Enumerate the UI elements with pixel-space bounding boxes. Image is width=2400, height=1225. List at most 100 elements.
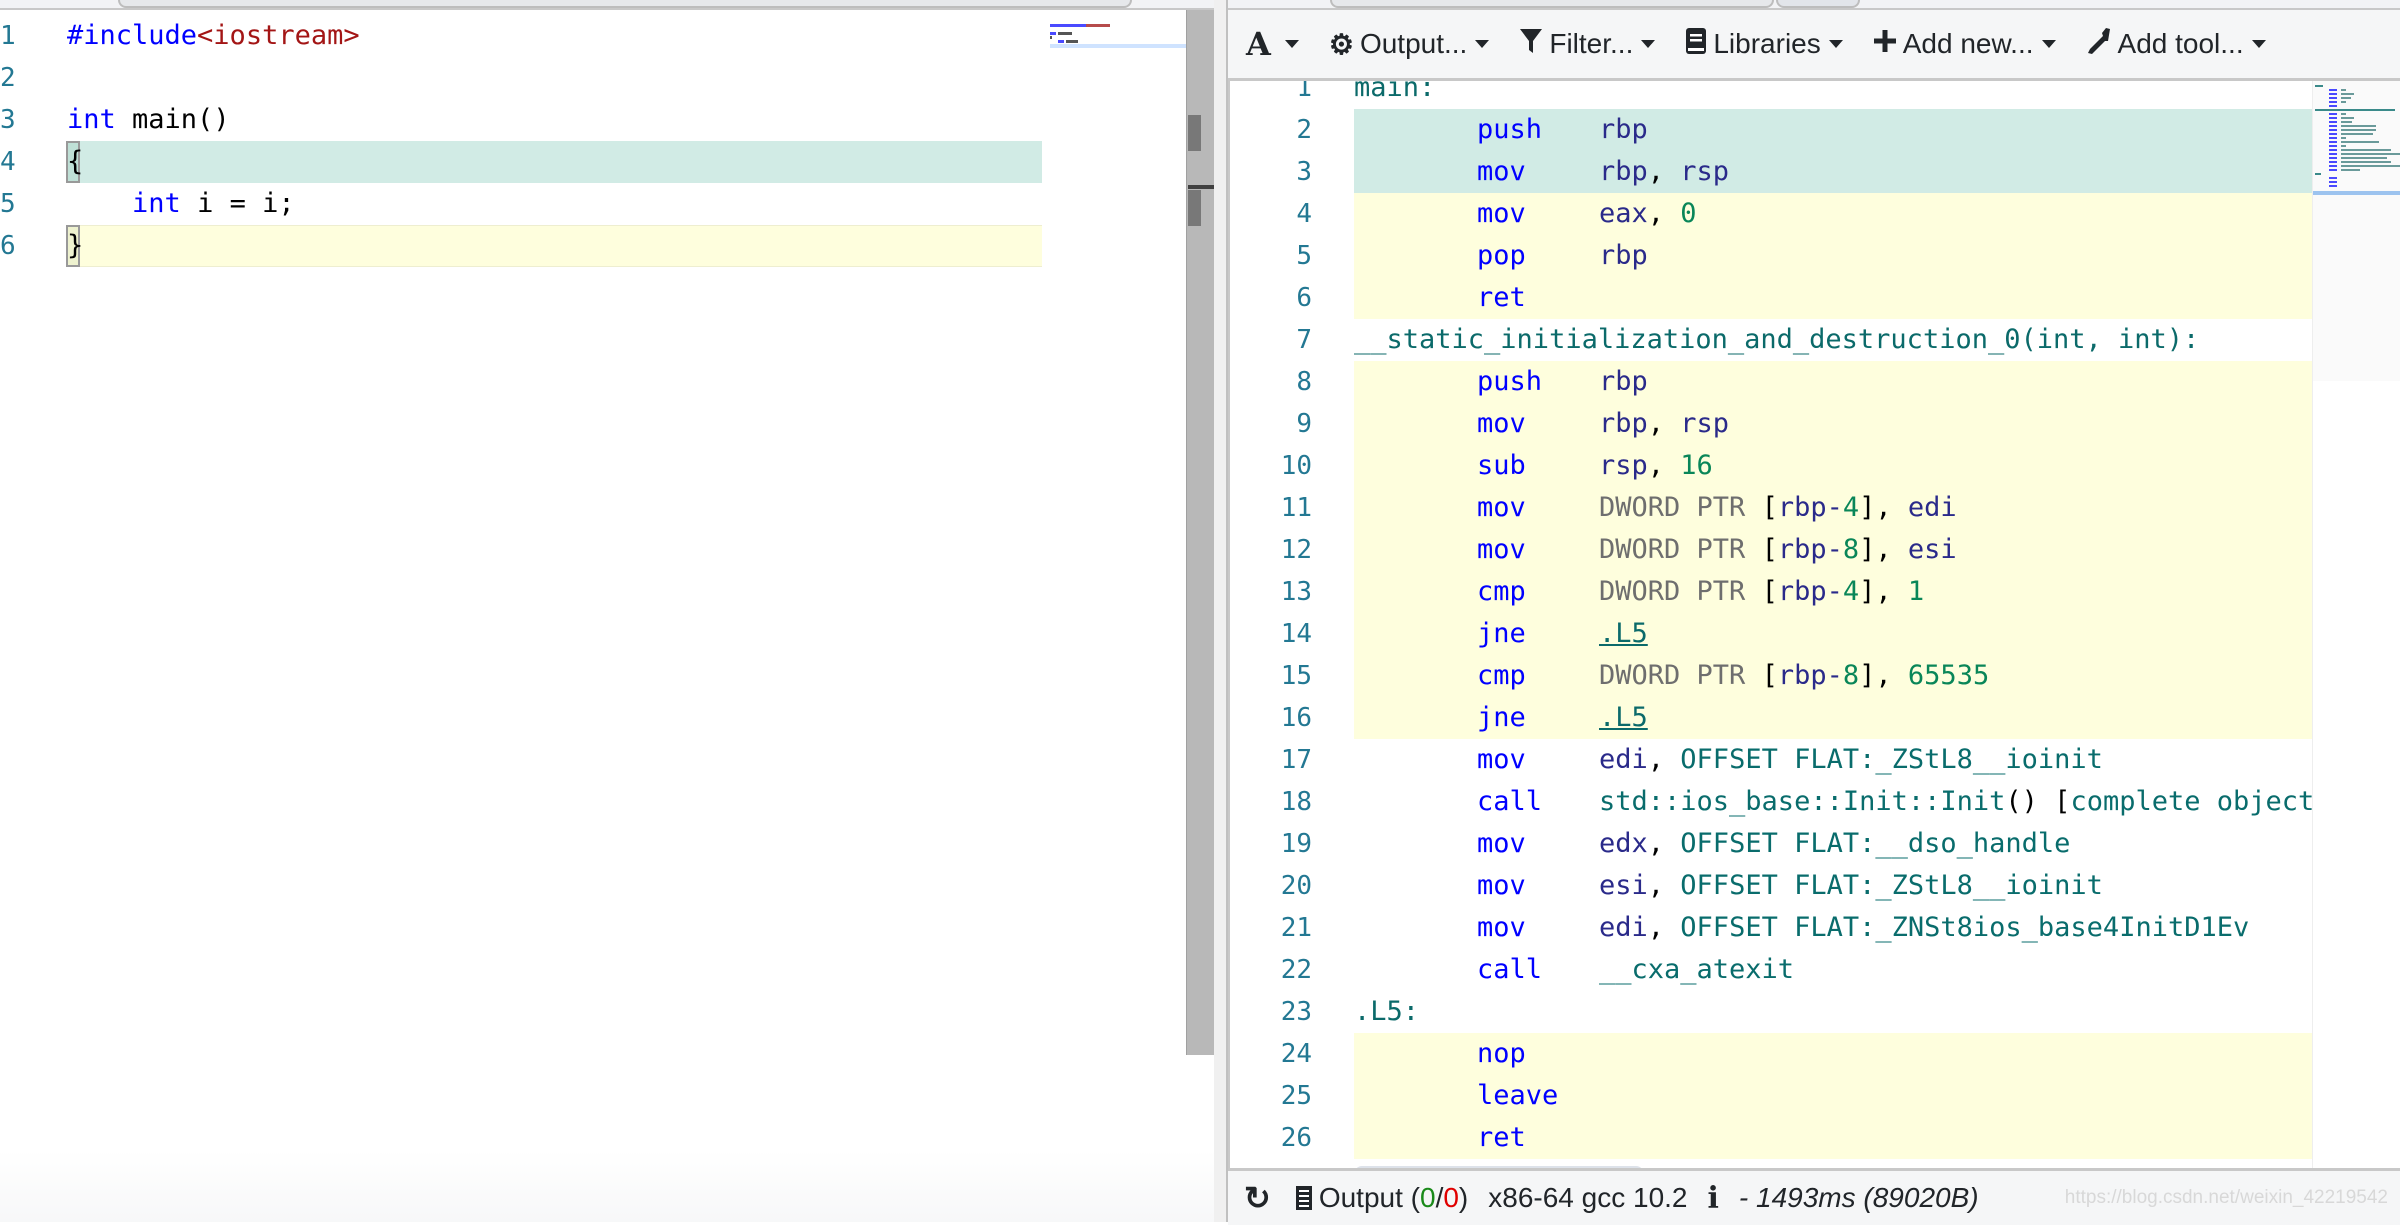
scroll-thumb[interactable]	[1188, 115, 1201, 151]
assembly-output[interactable]: 26 ret 25 leave 24 nop 23 .L5: 22 call __cxa_atexi…	[1228, 81, 2312, 1174]
asm-line[interactable]: 2 push rbp	[1230, 109, 2312, 151]
add-tool-button[interactable]: Add tool...	[2086, 27, 2266, 62]
operand-token: 4	[1842, 576, 1860, 607]
operand-token: ]	[1859, 576, 1876, 607]
minimap-line	[2341, 169, 2361, 171]
asm-line[interactable]: 1 main:	[1230, 81, 2312, 109]
asm-line[interactable]: 18 call std::ios_base::Init::Init() [compl…	[1230, 781, 2312, 823]
minimap-line	[2341, 93, 2354, 95]
label-link[interactable]: .L5	[1599, 702, 1648, 733]
filter-button[interactable]: Filter...	[1519, 27, 1656, 62]
libraries-button[interactable]: Libraries	[1685, 27, 1843, 62]
asm-line[interactable]: 7 __static_initialization_and_destruction…	[1230, 319, 2312, 361]
operand-token: rbp	[1777, 660, 1827, 691]
minimap-line	[2315, 173, 2322, 175]
asm-line[interactable]: 10 sub rsp, 16	[1230, 445, 2312, 487]
source-line[interactable]: 4{	[0, 141, 1042, 183]
minimap-line	[2329, 137, 2337, 139]
source-line[interactable]: 5 int i = i;	[0, 183, 1042, 225]
asm-line[interactable]: 15 cmp DWORD PTR [rbp-8], 65535	[1230, 655, 2312, 697]
minimap-line	[2315, 85, 2323, 87]
asm-line[interactable]: 11 mov DWORD PTR [rbp-4], edi	[1230, 487, 2312, 529]
asm-line[interactable]: 12 mov DWORD PTR [rbp-8], esi	[1230, 529, 2312, 571]
asm-line[interactable]: 24 nop	[1230, 1033, 2312, 1075]
asm-label: main:	[1354, 81, 1436, 103]
compiler-tab[interactable]	[1330, 0, 1774, 8]
operand-token: 16	[1680, 450, 1713, 481]
operand-token: complete object constructor]	[2070, 786, 2312, 817]
minimap-line	[2341, 117, 2354, 119]
code-token: main()	[115, 104, 230, 135]
line-highlight	[67, 141, 1042, 183]
asm-line[interactable]: 17 mov edi, OFFSET FLAT:_ZStL8__ioinit	[1230, 739, 2312, 781]
editor-tab[interactable]	[118, 0, 1132, 8]
assembly-minimap[interactable]	[2312, 81, 2400, 1174]
font-size-button[interactable]: A	[1246, 25, 1299, 63]
add-new-button[interactable]: Add new...	[1873, 28, 2056, 60]
label-link[interactable]: .L5	[1599, 618, 1648, 649]
operand-token: rbp	[1599, 408, 1648, 439]
asm-operands: DWORD PTR [rbp-4], edi	[1599, 487, 1957, 529]
refresh-icon[interactable]: ↻	[1244, 1179, 1271, 1217]
asm-line[interactable]: 9 mov rbp, rsp	[1230, 403, 2312, 445]
operand-token: -	[1826, 534, 1843, 565]
asm-line[interactable]: 22 call __cxa_atexit	[1230, 949, 2312, 991]
minimap-line	[2329, 89, 2337, 91]
asm-line[interactable]: 14 jne .L5	[1230, 613, 2312, 655]
operand-token: DWORD PTR	[1599, 534, 1762, 565]
asm-line[interactable]: 5 pop rbp	[1230, 235, 2312, 277]
asm-line[interactable]: 8 push rbp	[1230, 361, 2312, 403]
asm-operands: rbp	[1599, 235, 1648, 277]
operand-token: std::ios_base::Init::Init	[1599, 786, 2006, 817]
compiler-statusbar: ↻ Output (0/0) x86-64 gcc 10.2 i - 1493m…	[1228, 1168, 2400, 1225]
asm-operands: std::ios_base::Init::Init() [complete ob…	[1599, 781, 2312, 823]
minimap-line	[2341, 161, 2391, 163]
asm-line[interactable]: 6 ret	[1230, 277, 2312, 319]
line-number: 1	[1296, 81, 1312, 103]
source-line[interactable]: 1 #include<iostream>	[0, 15, 1042, 57]
chevron-down-icon	[1641, 40, 1656, 48]
source-line[interactable]: 2	[0, 57, 1042, 99]
asm-line[interactable]: 19 mov edx, OFFSET FLAT:__dso_handle	[1230, 823, 2312, 865]
minimap-line	[2329, 97, 2337, 99]
source-minimap[interactable]	[1050, 10, 1186, 1222]
operand-token: esi	[1907, 534, 1957, 565]
minimap-line	[2341, 121, 2353, 123]
asm-operands: rsp, 16	[1599, 445, 1713, 487]
asm-line[interactable]: 20 mov esi, OFFSET FLAT:_ZStL8__ioinit	[1230, 865, 2312, 907]
asm-line[interactable]: 13 cmp DWORD PTR [rbp-4], 1	[1230, 571, 2312, 613]
asm-line[interactable]: 16 jne .L5	[1230, 697, 2312, 739]
operand-token	[2038, 786, 2054, 817]
asm-line[interactable]: 4 mov eax, 0	[1230, 193, 2312, 235]
source-line[interactable]: 3 int main()	[0, 99, 1042, 141]
panel-divider[interactable]	[1214, 0, 1228, 1222]
source-line[interactable]: 6}	[0, 225, 1042, 267]
asm-operands: rbp, rsp	[1599, 151, 1729, 193]
line-number: 5	[1296, 241, 1312, 271]
bottom-fade	[0, 1150, 1214, 1222]
operand-token: [	[1761, 660, 1778, 691]
asm-line[interactable]: 25 leave	[1230, 1075, 2312, 1117]
operand-token: rbp	[1777, 576, 1827, 607]
asm-line[interactable]: 26 ret	[1230, 1117, 2312, 1159]
operand-token: ,	[1647, 870, 1681, 901]
source-scrollbar[interactable]	[1186, 10, 1215, 1055]
info-icon[interactable]: i	[1708, 1181, 1719, 1216]
output-options-button[interactable]: ⚙ Output...	[1329, 28, 1490, 61]
operand-token: 8	[1842, 534, 1860, 565]
line-number: 4	[1296, 199, 1312, 229]
asm-line[interactable]: 21 mov edi, OFFSET FLAT:_ZNSt8ios_base4Ini…	[1230, 907, 2312, 949]
minimap-line	[2341, 125, 2377, 127]
watermark: https://blog.csdn.net/weixin_42219542	[2064, 1187, 2388, 1208]
asm-operands: edi, OFFSET FLAT:_ZNSt8ios_base4InitD1Ev	[1599, 907, 2249, 949]
output-button[interactable]: Output (0/0)	[1295, 1182, 1468, 1214]
minimap-line	[2329, 149, 2337, 151]
asm-operands: DWORD PTR [rbp-8], 65535	[1599, 655, 1989, 697]
source-editor[interactable]: 1 #include<iostream> 2 3 int main() 4{5 int i…	[0, 10, 1186, 1222]
line-number: 9	[1296, 409, 1312, 439]
filter-icon	[1519, 27, 1543, 62]
asm-operands: __cxa_atexit	[1599, 949, 1794, 991]
asm-line[interactable]: 3 mov rbp, rsp	[1230, 151, 2312, 193]
asm-line[interactable]: 23 .L5:	[1230, 991, 2312, 1033]
tab-extra[interactable]	[1776, 0, 1860, 8]
